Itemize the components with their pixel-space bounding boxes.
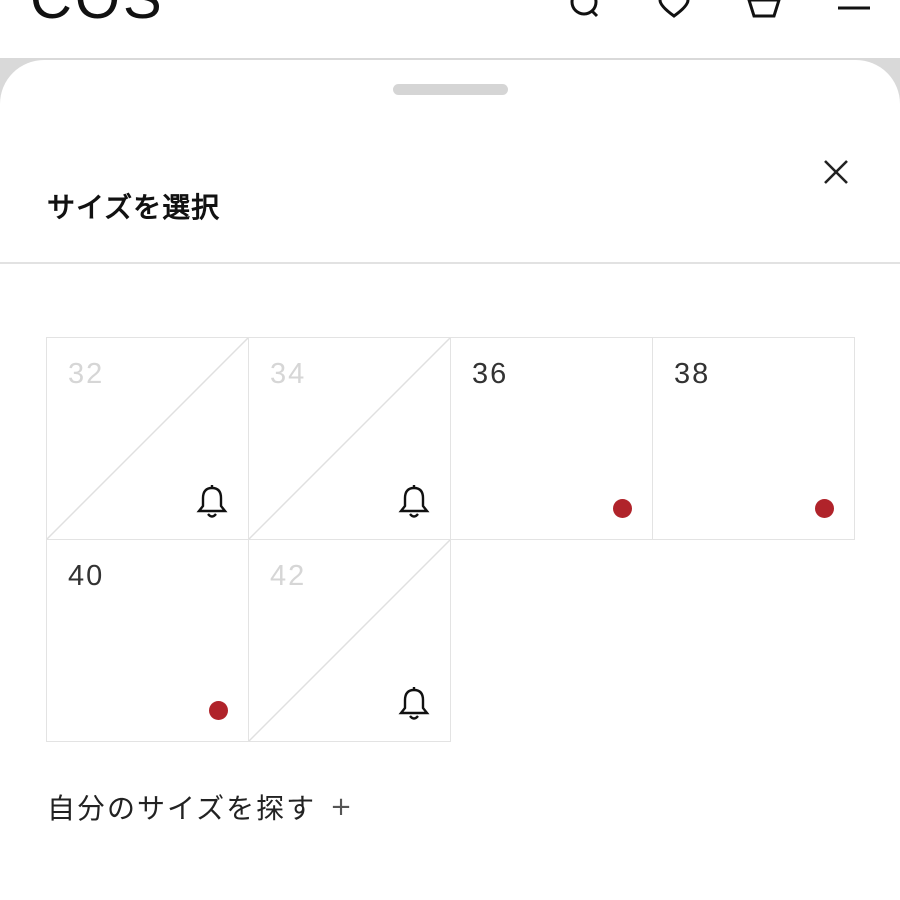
size-option-38[interactable]: 38	[652, 337, 855, 540]
cos-logo[interactable]: COS	[30, 0, 165, 28]
size-option-36[interactable]: 36	[450, 337, 653, 540]
size-label: 36	[472, 358, 509, 390]
bell-icon[interactable]	[397, 686, 431, 722]
size-grid: 32 34 36 38 40 42	[46, 337, 855, 742]
menu-icon[interactable]	[836, 0, 876, 22]
find-my-size-link[interactable]: 自分のサイズを探す +	[47, 787, 354, 827]
size-option-42[interactable]: 42	[248, 539, 451, 742]
bell-icon[interactable]	[195, 484, 229, 520]
bag-icon[interactable]	[744, 0, 784, 22]
heart-icon[interactable]	[654, 0, 694, 22]
sheet-title: サイズを選択	[47, 191, 221, 224]
find-size-label: 自分のサイズを探す	[47, 792, 317, 825]
size-option-40[interactable]: 40	[46, 539, 249, 742]
size-sheet: サイズを選択 32 34 36 38 40 42 自分のサイズを探す +	[0, 60, 900, 900]
size-option-34[interactable]: 34	[248, 337, 451, 540]
bell-icon[interactable]	[397, 484, 431, 520]
size-label: 38	[674, 358, 711, 390]
search-icon[interactable]	[564, 0, 604, 22]
plus-icon: +	[330, 792, 354, 822]
close-icon	[824, 160, 848, 184]
in-stock-dot	[613, 499, 632, 518]
in-stock-dot	[815, 499, 834, 518]
size-label: 40	[68, 560, 105, 592]
sheet-drag-handle[interactable]	[393, 84, 508, 95]
close-button[interactable]	[818, 154, 854, 190]
in-stock-dot	[209, 701, 228, 720]
divider	[0, 262, 900, 264]
size-option-32[interactable]: 32	[46, 337, 249, 540]
site-header: COS	[0, 0, 900, 60]
